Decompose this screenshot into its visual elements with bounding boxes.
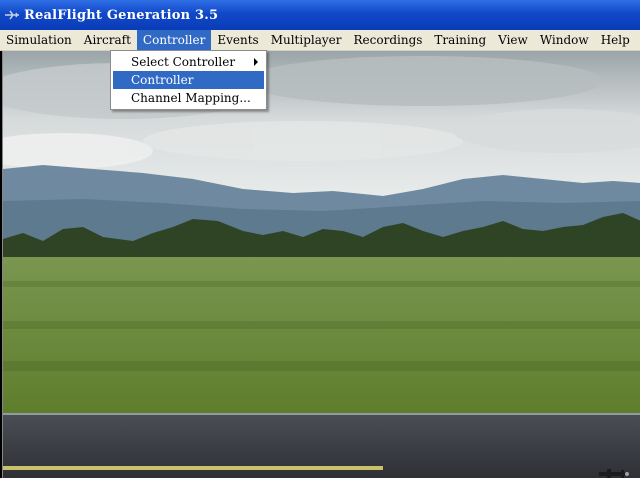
grass-field xyxy=(3,257,640,413)
menuitem-controller-calibration[interactable]: Controller Calibration... xyxy=(113,71,264,105)
controller-dropdown-menu: Select Controller Controller Calibration… xyxy=(110,50,267,110)
runway-line xyxy=(3,466,383,470)
menu-view[interactable]: View xyxy=(492,30,534,50)
menu-training[interactable]: Training xyxy=(428,30,492,50)
menu-events[interactable]: Events xyxy=(211,30,264,50)
menu-window[interactable]: Window xyxy=(534,30,595,50)
menuitem-label: Select Controller xyxy=(131,55,236,69)
menu-aircraft[interactable]: Aircraft xyxy=(78,30,137,50)
window-title: RealFlight Generation 3.5 xyxy=(24,7,219,23)
menu-controller[interactable]: Controller xyxy=(136,30,212,50)
menu-simulation[interactable]: Simulation xyxy=(0,30,78,50)
flight-viewport[interactable] xyxy=(2,51,640,478)
title-bar: RealFlight Generation 3.5 xyxy=(0,0,640,30)
menuitem-channel-mapping[interactable]: Channel Mapping... xyxy=(113,89,264,107)
menu-bar: Simulation Aircraft Controller Events Mu… xyxy=(0,30,640,51)
menu-recordings[interactable]: Recordings xyxy=(348,30,429,50)
menuitem-select-controller[interactable]: Select Controller xyxy=(113,53,264,71)
menuitem-label: Channel Mapping... xyxy=(131,91,251,105)
menu-help[interactable]: Help xyxy=(595,30,636,50)
airplane-icon xyxy=(5,10,19,20)
menu-multiplayer[interactable]: Multiplayer xyxy=(265,30,348,50)
scenery xyxy=(3,51,640,478)
submenu-arrow-icon xyxy=(254,58,258,66)
